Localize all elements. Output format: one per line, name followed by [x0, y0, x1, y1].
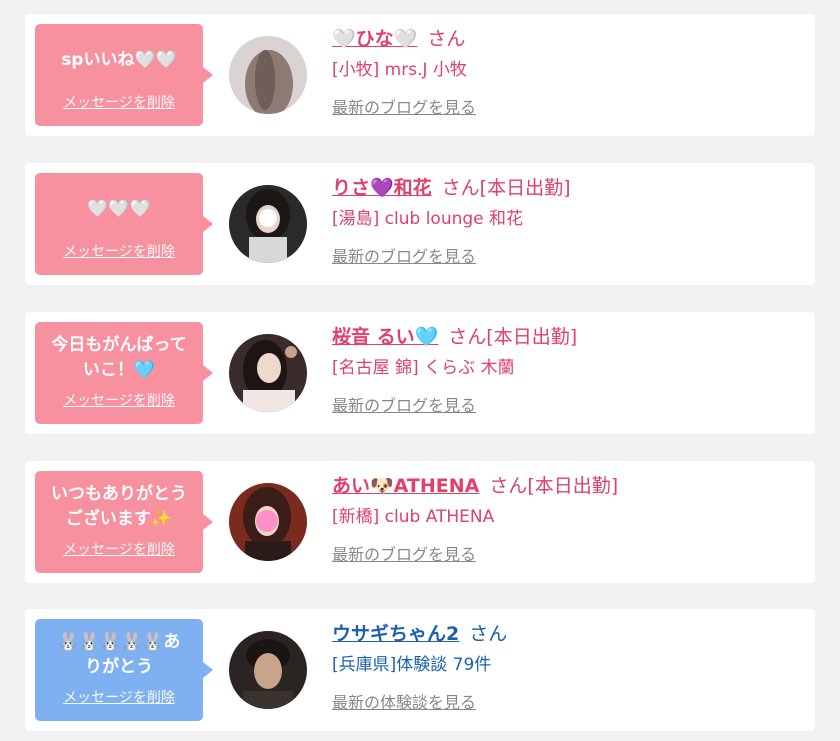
name-suffix: さん[本日出勤] [448, 326, 578, 348]
latest-blog-link[interactable]: 最新のブログを見る [332, 94, 476, 122]
message-card: 🤍🤍🤍 メッセージを削除 りさ💜和花 さん[本日出勤] [湯島] club lou… [25, 163, 815, 285]
store-label: [湯島] club lounge 和花 [332, 209, 524, 229]
cast-name-link[interactable]: りさ💜和花 [332, 177, 432, 199]
message-card: spいいね🤍🤍 メッセージを削除 🤍ひな🤍 さん [小牧] mrs.J 小牧 最新… [25, 14, 815, 136]
avatar[interactable] [229, 185, 307, 263]
message-bubble: 今日もがんばって いこ！🩵 メッセージを削除 [35, 322, 213, 424]
delete-message-link[interactable]: メッセージを削除 [41, 241, 197, 261]
store-label: [名古屋 錦] くらぶ 木蘭 [332, 358, 515, 378]
cast-name-link[interactable]: 🤍ひな🤍 [332, 28, 417, 50]
message-bubble: spいいね🤍🤍 メッセージを削除 [35, 24, 213, 126]
reviewer-name-link[interactable]: ウサギちゃん2 [332, 623, 459, 645]
avatar[interactable] [229, 36, 307, 114]
store-label: [小牧] mrs.J 小牧 [332, 60, 467, 80]
message-text: 🤍🤍🤍 [87, 198, 151, 219]
message-text: spいいね🤍🤍 [61, 49, 177, 70]
delete-message-link[interactable]: メッセージを削除 [41, 92, 197, 112]
latest-reviews-link[interactable]: 最新の体験談を見る [332, 689, 476, 717]
latest-blog-link[interactable]: 最新のブログを見る [332, 392, 476, 420]
cast-name-link[interactable]: 桜音 るい🩵 [332, 326, 438, 348]
avatar[interactable] [229, 631, 307, 709]
delete-message-link[interactable]: メッセージを削除 [41, 390, 197, 410]
name-suffix: さん [427, 28, 466, 50]
latest-blog-link[interactable]: 最新のブログを見る [332, 541, 476, 569]
avatar[interactable] [229, 483, 307, 561]
message-card: いつもありがとう ございます✨ メッセージを削除 あい🐶ATHENA さん[本日出… [25, 461, 815, 583]
store-label: [新橋] club ATHENA [332, 507, 495, 527]
message-text: いつもありがとう ございます✨ [51, 484, 187, 529]
message-card: 🐰🐰🐰🐰🐰あ りがとう メッセージを削除 ウサギちゃん2 さん [兵庫県]体験談 … [25, 609, 815, 731]
name-suffix: さん [469, 623, 508, 645]
avatar[interactable] [229, 334, 307, 412]
message-text: 今日もがんばって いこ！🩵 [51, 335, 187, 380]
cast-name-link[interactable]: あい🐶ATHENA [332, 475, 479, 497]
message-text: 🐰🐰🐰🐰🐰あ りがとう [57, 632, 181, 677]
message-bubble: 🐰🐰🐰🐰🐰あ りがとう メッセージを削除 [35, 619, 213, 721]
delete-message-link[interactable]: メッセージを削除 [41, 687, 197, 707]
reviews-label: [兵庫県]体験談 79件 [332, 655, 492, 675]
latest-blog-link[interactable]: 最新のブログを見る [332, 243, 476, 271]
message-card: 今日もがんばって いこ！🩵 メッセージを削除 桜音 るい🩵 さん[本日出勤] [名… [25, 312, 815, 434]
message-bubble: 🤍🤍🤍 メッセージを削除 [35, 173, 213, 275]
name-suffix: さん[本日出勤] [489, 475, 619, 497]
delete-message-link[interactable]: メッセージを削除 [41, 539, 197, 559]
message-bubble: いつもありがとう ございます✨ メッセージを削除 [35, 471, 213, 573]
name-suffix: さん[本日出勤] [441, 177, 571, 199]
